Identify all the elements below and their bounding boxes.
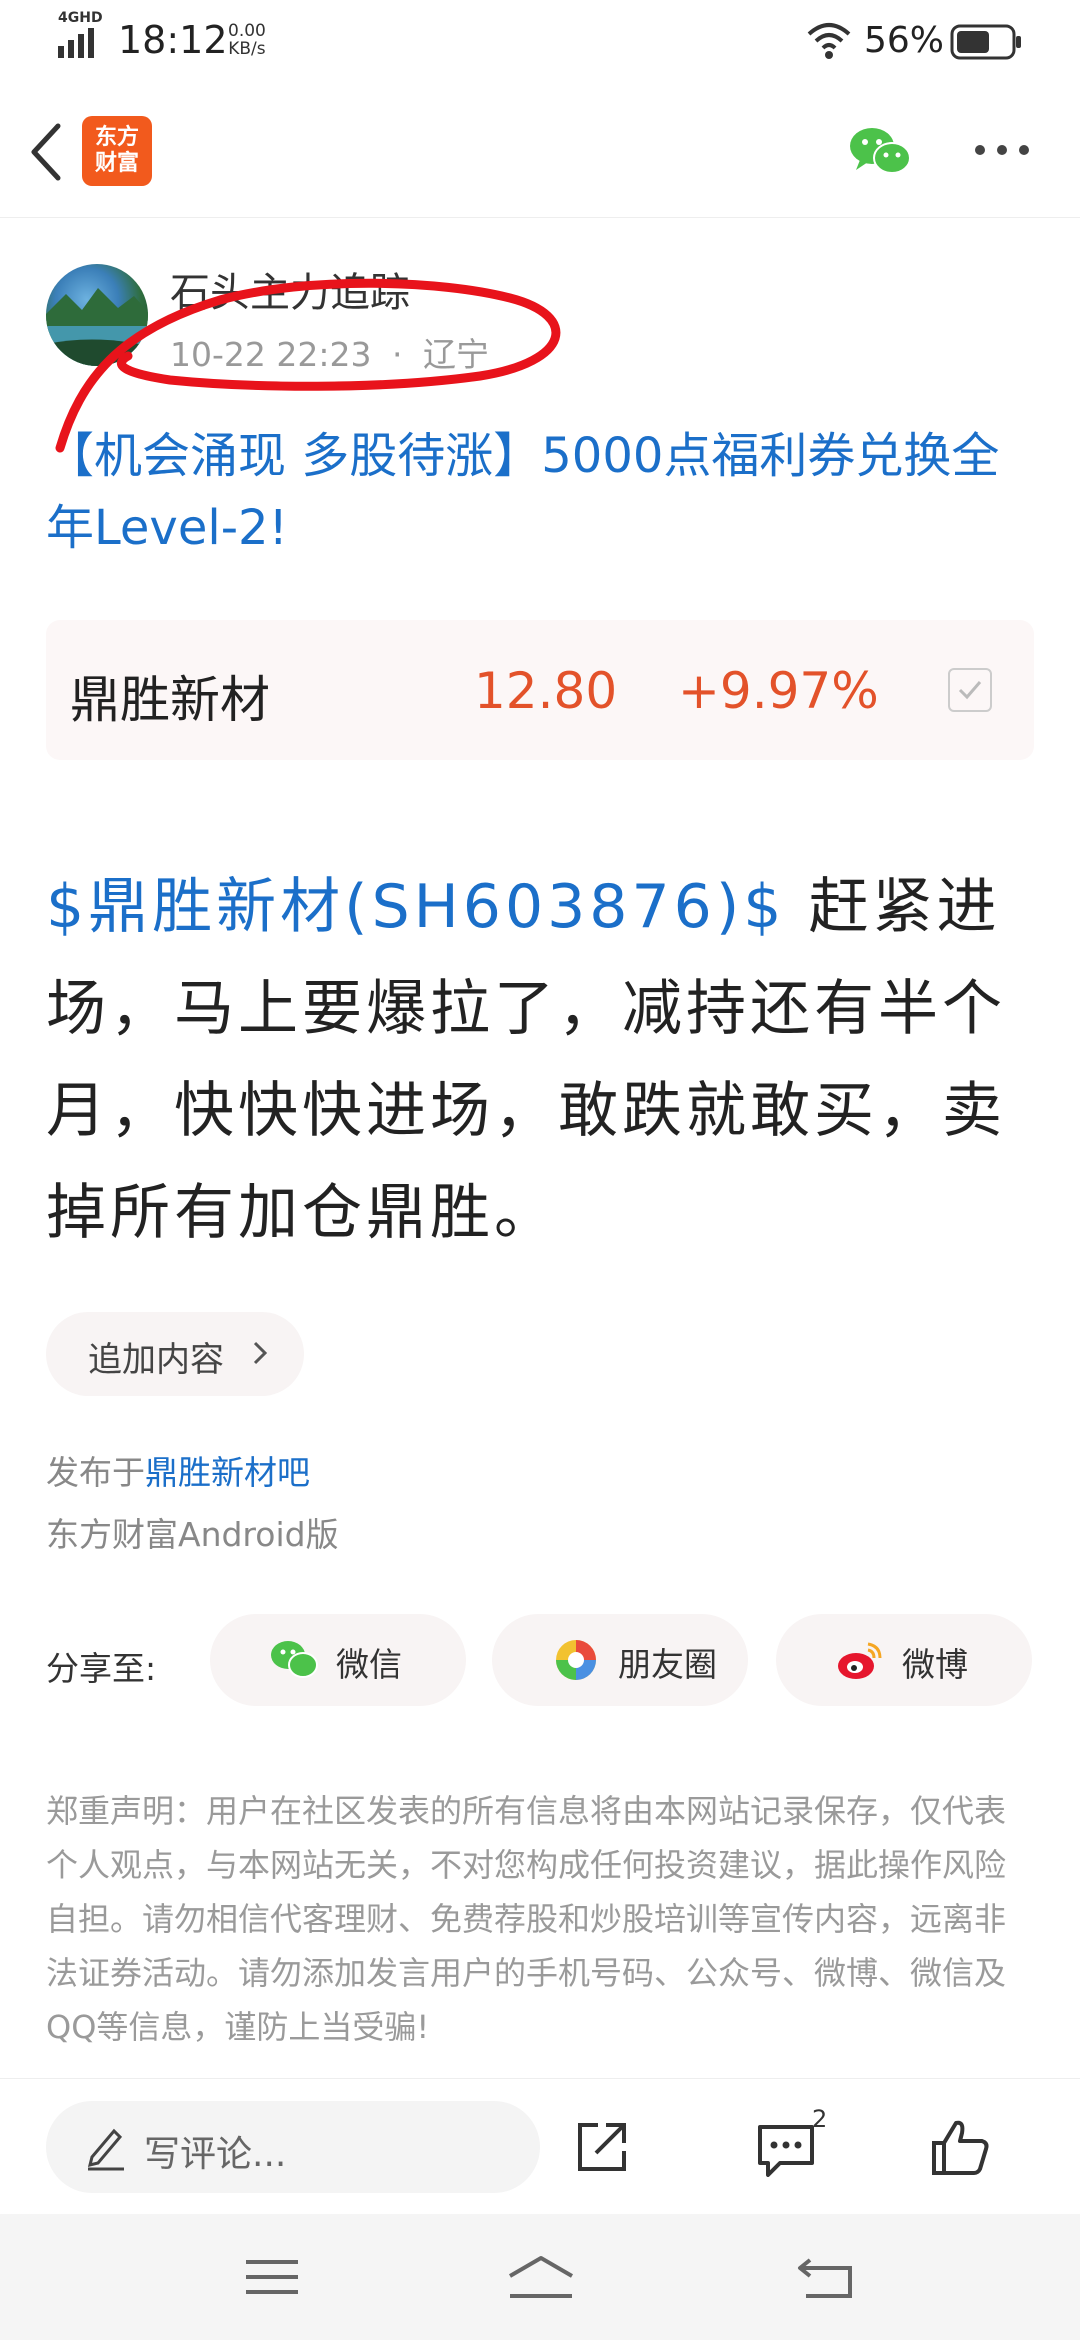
disclaimer: 郑重声明：用户在社区发表的所有信息将由本网站记录保存，仅代表个人观点，与本网站无… (46, 1792, 1007, 2046)
system-nav-bar (0, 2214, 1080, 2340)
weibo-icon (838, 1642, 882, 1679)
return-icon[interactable] (796, 2254, 856, 2300)
stock-tag-link[interactable]: $鼎胜新材(SH603876)$ (46, 872, 785, 942)
comment-count: 2 (812, 2105, 828, 2133)
forum-link[interactable]: 鼎胜新材吧 (145, 1453, 310, 1492)
clock: 18:12 (118, 18, 228, 62)
promo-title-link[interactable]: 【机会涌现 多股待涨】5000点福利券兑换全年Level-2! (46, 420, 1036, 564)
status-bar: 4GHD 18:12 0.00 KB/s 56% (0, 0, 1080, 86)
chevron-right-icon (253, 1341, 268, 1365)
share-icon[interactable] (574, 2119, 630, 2175)
menu-icon[interactable] (242, 2254, 302, 2300)
app-header: 东方 财富 (0, 86, 1080, 218)
pen-icon (87, 2128, 124, 2171)
share-label: 分享至: (46, 1649, 157, 1688)
network-speed: 0.00 KB/s (228, 21, 266, 59)
stock-change: +9.97% (678, 662, 879, 720)
moments-icon (556, 1640, 596, 1680)
client-info: 东方财富Android版 (46, 1515, 339, 1554)
battery-icon (950, 24, 1021, 60)
stock-card[interactable]: 鼎胜新材 12.80 +9.97% (46, 620, 1034, 760)
more-icon[interactable] (972, 138, 1032, 162)
network-type: 4GHD (58, 10, 103, 26)
add-content-button[interactable]: 追加内容 (46, 1312, 304, 1396)
thumbs-up-icon[interactable] (930, 2117, 990, 2177)
stock-name: 鼎胜新材 (70, 671, 270, 729)
bottom-action-bar: 写评论... 2 (0, 2078, 1080, 2214)
back-icon[interactable] (24, 120, 68, 184)
share-weibo-button[interactable]: 微博 (776, 1614, 1032, 1706)
comment-icon[interactable] (756, 2121, 816, 2177)
home-icon[interactable] (506, 2254, 576, 2300)
app-logo[interactable]: 东方 财富 (82, 116, 152, 186)
published-in: 发布于鼎胜新材吧 (46, 1453, 310, 1492)
comment-input[interactable]: 写评论... (46, 2101, 540, 2193)
signal-icon (58, 28, 94, 58)
battery-percent: 56% (864, 20, 945, 61)
wechat-icon[interactable] (848, 124, 912, 178)
post-body: $鼎胜新材(SH603876)$ 赶紧进场，马上要爆拉了，减持还有半个月，快快快… (46, 856, 1046, 1264)
checkbox-icon[interactable] (948, 668, 992, 712)
share-moments-button[interactable]: 朋友圈 (492, 1614, 748, 1706)
wifi-icon (807, 23, 851, 59)
stock-price: 12.80 (474, 662, 618, 720)
share-wechat-button[interactable]: 微信 (210, 1614, 466, 1706)
comment-placeholder: 写评论... (144, 2134, 287, 2175)
wechat-icon (271, 1641, 318, 1678)
